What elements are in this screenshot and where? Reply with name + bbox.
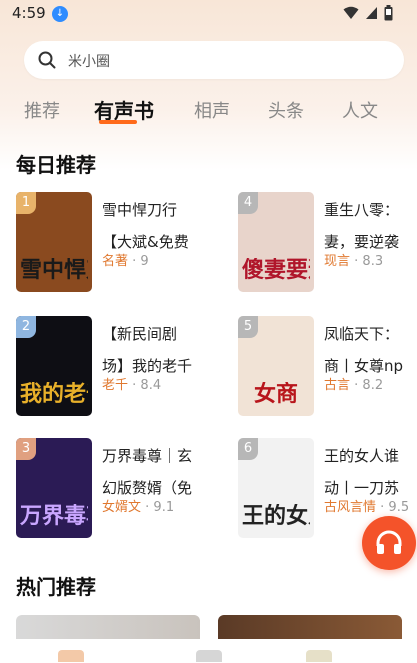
search-icon <box>38 51 56 69</box>
book-item[interactable]: 4 傻妻要逆袭重生八零：妻，要逆袭现言 · 8.3 <box>238 192 417 294</box>
book-cover[interactable]: 1 雪中悍刀行 <box>16 192 92 292</box>
headphones-icon <box>376 530 402 554</box>
cover-title: 女商 <box>253 382 298 406</box>
cover-title: 傻妻要逆袭 <box>242 258 310 282</box>
signal-icon <box>366 7 377 19</box>
book-title: 王的女人谁 动丨一刀苏 <box>324 440 417 504</box>
book-meta: 老千 · 8.4 <box>102 374 161 393</box>
section-title-hot: 热门推荐 <box>16 575 96 599</box>
rank-badge: 2 <box>16 316 36 338</box>
book-cover[interactable]: 5 女商 <box>238 316 314 416</box>
rank-badge: 5 <box>238 316 258 338</box>
book-title-line: 凤临天下： <box>324 325 400 343</box>
rank-badge: 6 <box>238 438 258 460</box>
active-tab-indicator <box>99 120 137 124</box>
rating: · 9 <box>132 254 149 269</box>
book-cover[interactable]: 4 傻妻要逆袭 <box>238 192 314 292</box>
book-meta: 名著 · 9 <box>102 250 149 269</box>
tab-crosstalk[interactable]: 相声 <box>194 97 230 123</box>
battery-icon <box>384 5 393 21</box>
rating: · 8.3 <box>354 254 384 269</box>
search-input[interactable]: 米小圈 <box>24 41 404 79</box>
rating: · 9.5 <box>380 500 410 515</box>
book-cover[interactable]: 2 我的老千 <box>16 316 92 416</box>
rating: · 8.4 <box>132 378 162 393</box>
tab-humanities[interactable]: 人文 <box>342 97 378 123</box>
book-item[interactable]: 3 万界毒尊万界毒尊｜玄幻版赘婿（免女婿文 · 9.1 <box>16 438 236 540</box>
book-title-line: 重生八零： <box>324 201 400 219</box>
status-time: 4:59 <box>12 4 46 22</box>
tab-recommend[interactable]: 推荐 <box>24 97 60 123</box>
book-title: 万界毒尊｜玄 幻版赘婿（免 <box>102 440 212 504</box>
genre-tag: 名著 <box>102 254 129 269</box>
genre-tag: 女婿文 <box>102 500 142 515</box>
book-title-line: 万界毒尊｜玄 <box>102 447 193 465</box>
rating: · 9.1 <box>145 500 175 515</box>
book-title-line: 雪中悍刀行 <box>102 201 178 219</box>
audio-player-button[interactable] <box>362 516 416 570</box>
section-title-daily: 每日推荐 <box>16 153 96 177</box>
rank-badge: 3 <box>16 438 36 460</box>
book-title: 雪中悍刀行 【大斌&免费 <box>102 194 212 258</box>
nav-home-icon[interactable] <box>58 650 84 662</box>
rank-badge: 4 <box>238 192 258 214</box>
book-title: 凤临天下： 商丨女尊np <box>324 318 417 382</box>
cover-title: 王的女人 <box>242 504 310 528</box>
download-badge-icon: ↓ <box>52 6 68 22</box>
book-title: 重生八零： 妻，要逆袭 <box>324 194 417 258</box>
tab-headlines[interactable]: 头条 <box>268 97 304 123</box>
book-item[interactable]: 2 我的老千【新民间剧场】我的老千老千 · 8.4 <box>16 316 236 418</box>
hot-book-card[interactable] <box>16 615 200 639</box>
wifi-icon <box>343 6 359 19</box>
genre-tag: 古言 <box>324 378 351 393</box>
book-title: 【新民间剧 场】我的老千 <box>102 318 212 382</box>
hot-book-card[interactable] <box>218 615 402 639</box>
status-icons <box>343 5 393 21</box>
nav-library-icon[interactable] <box>196 650 222 662</box>
book-title-line: 王的女人谁 <box>324 447 400 465</box>
book-meta: 古言 · 8.2 <box>324 374 383 393</box>
bottom-nav <box>0 640 417 663</box>
book-cover[interactable]: 3 万界毒尊 <box>16 438 92 538</box>
hot-book-list <box>16 615 417 639</box>
book-item[interactable]: 1 雪中悍刀行雪中悍刀行【大斌&免费名著 · 9 <box>16 192 236 294</box>
cover-title: 我的老千 <box>20 382 88 406</box>
search-placeholder: 米小圈 <box>68 54 110 70</box>
book-cover[interactable]: 6 王的女人 <box>238 438 314 538</box>
rating: · 8.2 <box>354 378 384 393</box>
genre-tag: 古风言情 <box>324 500 377 515</box>
rank-badge: 1 <box>16 192 36 214</box>
nav-profile-icon[interactable] <box>306 650 332 662</box>
genre-tag: 现言 <box>324 254 351 269</box>
book-meta: 古风言情 · 9.5 <box>324 496 409 515</box>
genre-tag: 老千 <box>102 378 129 393</box>
status-bar: 4:59 ↓ <box>0 0 417 28</box>
book-meta: 女婿文 · 9.1 <box>102 496 174 515</box>
cover-title: 万界毒尊 <box>20 504 88 528</box>
book-item[interactable]: 5 女商 凤临天下： 商丨女尊np 古言 · 8.2 <box>238 316 417 418</box>
cover-title: 雪中悍刀行 <box>20 258 88 282</box>
book-title-line: 【新民间剧 <box>102 325 178 343</box>
book-meta: 现言 · 8.3 <box>324 250 383 269</box>
category-tabs: 推荐 有声书 相声 头条 人文 <box>24 97 417 129</box>
